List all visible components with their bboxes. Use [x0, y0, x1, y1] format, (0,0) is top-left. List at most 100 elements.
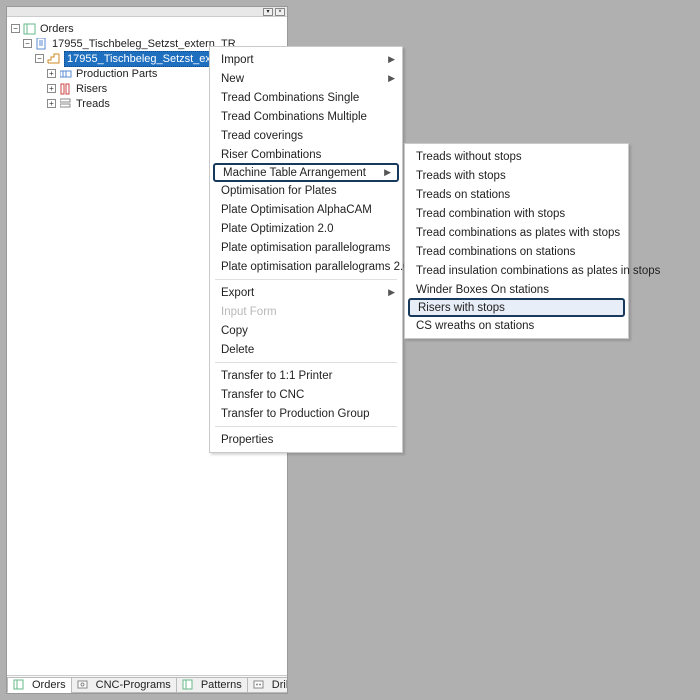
menu-separator: [215, 279, 397, 280]
tree-root-label: Orders: [40, 22, 74, 36]
cnc-icon: [76, 679, 90, 691]
pin-button[interactable]: ▾: [263, 8, 273, 16]
collapse-icon[interactable]: −: [11, 24, 20, 33]
menu-tread-comb-single[interactable]: Tread Combinations Single: [211, 88, 401, 107]
menu-label: Machine Table Arrangement: [223, 167, 366, 179]
menu-copy[interactable]: Copy: [211, 321, 401, 340]
menu-separator: [215, 426, 397, 427]
submenu-tread-comb-with-stops[interactable]: Tread combination with stops: [406, 204, 627, 223]
menu-label: Copy: [221, 325, 248, 337]
menu-label: Import: [221, 54, 254, 66]
menu-machine-table-arrangement[interactable]: Machine Table Arrangement ▶: [213, 163, 399, 182]
submenu-winder-boxes-stations[interactable]: Winder Boxes On stations: [406, 280, 627, 299]
patterns-icon: [181, 679, 195, 691]
close-panel-button[interactable]: ×: [275, 8, 285, 16]
menu-label: Treads with stops: [416, 170, 506, 182]
menu-label: Plate optimisation parallelograms: [221, 242, 390, 254]
submenu-treads-with-stops[interactable]: Treads with stops: [406, 166, 627, 185]
menu-transfer-11-printer[interactable]: Transfer to 1:1 Printer: [211, 366, 401, 385]
menu-label: Plate Optimisation AlphaCAM: [221, 204, 372, 216]
panel-titlebar: ▾ ×: [7, 7, 287, 17]
tab-label: Drilling Patter: [272, 679, 287, 691]
orders-icon: [23, 23, 37, 35]
expand-icon[interactable]: +: [47, 84, 56, 93]
tree-item-label: Risers: [76, 82, 107, 96]
submenu-treads-without-stops[interactable]: Treads without stops: [406, 147, 627, 166]
menu-label: Tread combination with stops: [416, 208, 565, 220]
menu-plate-opt-para-2[interactable]: Plate optimisation parallelograms 2.0: [211, 257, 401, 276]
tab-drilling-patterns[interactable]: Drilling Patter: [247, 677, 287, 693]
tab-cnc-programs[interactable]: CNC-Programs: [71, 677, 177, 693]
menu-optimisation-for-plates[interactable]: Optimisation for Plates: [211, 181, 401, 200]
menu-label: Riser Combinations: [221, 149, 321, 161]
tree-root-orders[interactable]: − Orders: [11, 21, 285, 36]
menu-tread-comb-multiple[interactable]: Tread Combinations Multiple: [211, 107, 401, 126]
menu-label: Transfer to 1:1 Printer: [221, 370, 332, 382]
menu-label: Winder Boxes On stations: [416, 284, 549, 296]
menu-plate-opt-alphacam[interactable]: Plate Optimisation AlphaCAM: [211, 200, 401, 219]
menu-new[interactable]: New ▶: [211, 69, 401, 88]
submenu-treads-on-stations[interactable]: Treads on stations: [406, 185, 627, 204]
expand-icon[interactable]: +: [47, 99, 56, 108]
menu-input-form: Input Form: [211, 302, 401, 321]
bottom-tab-bar: Orders CNC-Programs Patterns Drilling Pa…: [7, 675, 287, 693]
menu-transfer-prod-group[interactable]: Transfer to Production Group: [211, 404, 401, 423]
menu-label: Input Form: [221, 306, 277, 318]
menu-plate-opt-para[interactable]: Plate optimisation parallelograms: [211, 238, 401, 257]
submenu-tread-comb-stations[interactable]: Tread combinations on stations: [406, 242, 627, 261]
tab-label: Orders: [32, 679, 66, 691]
expand-icon[interactable]: +: [47, 69, 56, 78]
submenu-tread-comb-plates-stops[interactable]: Tread combinations as plates with stops: [406, 223, 627, 242]
collapse-icon[interactable]: −: [35, 54, 44, 63]
submenu-cs-wreaths-stations[interactable]: CS wreaths on stations: [406, 316, 627, 335]
document-icon: [35, 38, 49, 50]
menu-label: Tread Combinations Single: [221, 92, 359, 104]
tree-item-label: Production Parts: [76, 67, 157, 81]
menu-label: Tread coverings: [221, 130, 303, 142]
menu-transfer-cnc[interactable]: Transfer to CNC: [211, 385, 401, 404]
collapse-icon[interactable]: −: [23, 39, 32, 48]
context-menu: Import ▶ New ▶ Tread Combinations Single…: [209, 46, 403, 453]
menu-label: Export: [221, 287, 254, 299]
menu-label: Delete: [221, 344, 254, 356]
menu-label: New: [221, 73, 244, 85]
menu-label: Plate optimisation parallelograms 2.0: [221, 261, 410, 273]
tab-patterns[interactable]: Patterns: [176, 677, 248, 693]
treads-icon: [59, 98, 73, 110]
submenu-arrow-icon: ▶: [388, 287, 395, 298]
submenu-arrow-icon: ▶: [384, 167, 391, 178]
menu-separator: [215, 362, 397, 363]
menu-label: Tread Combinations Multiple: [221, 111, 367, 123]
menu-delete[interactable]: Delete: [211, 340, 401, 359]
submenu-arrow-icon: ▶: [388, 73, 395, 84]
tree-item-label: Treads: [76, 97, 110, 111]
menu-label: Tread combinations on stations: [416, 246, 575, 258]
menu-import[interactable]: Import ▶: [211, 50, 401, 69]
orders-icon: [12, 679, 26, 691]
menu-label: Tread combinations as plates with stops: [416, 227, 620, 239]
tab-label: Patterns: [201, 679, 242, 691]
submenu-tread-insul-plates-stops[interactable]: Tread insulation combinations as plates …: [406, 261, 627, 280]
menu-export[interactable]: Export ▶: [211, 283, 401, 302]
submenu-machine-table: Treads without stops Treads with stops T…: [404, 143, 629, 339]
menu-label: CS wreaths on stations: [416, 320, 534, 332]
menu-properties[interactable]: Properties: [211, 430, 401, 449]
drilling-icon: [252, 679, 266, 691]
tab-label: CNC-Programs: [96, 679, 171, 691]
menu-label: Risers with stops: [418, 302, 505, 314]
menu-label: Transfer to CNC: [221, 389, 304, 401]
menu-label: Tread insulation combinations as plates …: [416, 265, 660, 277]
menu-tread-coverings[interactable]: Tread coverings: [211, 126, 401, 145]
parts-icon: [59, 68, 73, 80]
submenu-risers-with-stops[interactable]: Risers with stops: [408, 298, 625, 317]
menu-label: Treads without stops: [416, 151, 522, 163]
tab-orders[interactable]: Orders: [7, 677, 72, 693]
menu-label: Plate Optimization 2.0: [221, 223, 334, 235]
submenu-arrow-icon: ▶: [388, 54, 395, 65]
stair-icon: [47, 53, 61, 65]
menu-label: Optimisation for Plates: [221, 185, 337, 197]
menu-label: Treads on stations: [416, 189, 510, 201]
menu-label: Transfer to Production Group: [221, 408, 370, 420]
menu-riser-combinations[interactable]: Riser Combinations: [211, 145, 401, 164]
menu-plate-opt-2[interactable]: Plate Optimization 2.0: [211, 219, 401, 238]
